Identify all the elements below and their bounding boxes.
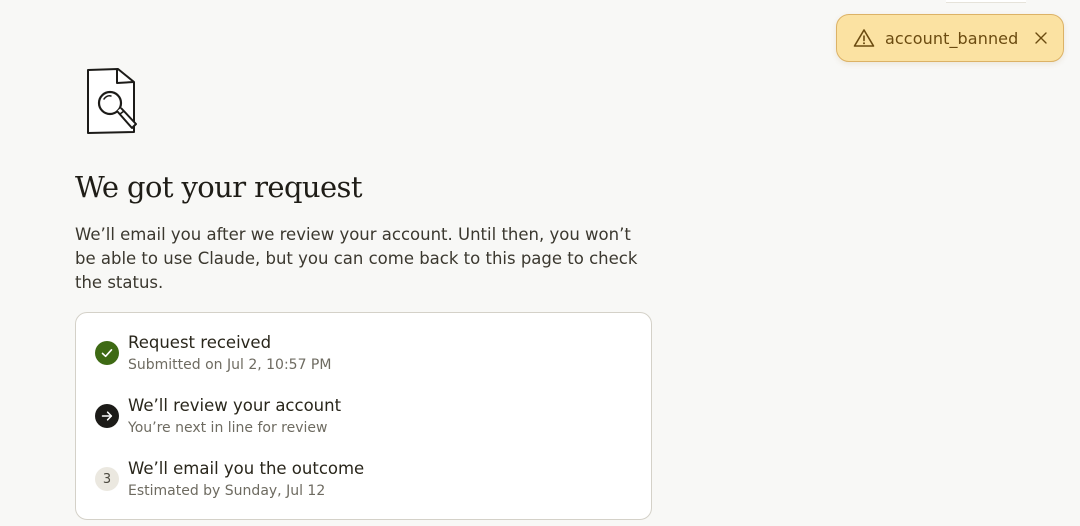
warning-icon (853, 28, 875, 48)
close-icon[interactable] (1031, 28, 1051, 48)
step-title: We’ll email you the outcome (128, 459, 365, 478)
step-subtitle: Submitted on Jul 2, 10:57 PM (128, 357, 332, 373)
page-description: We’ll email you after we review your acc… (75, 225, 638, 292)
step-subtitle: You’re next in line for review (128, 420, 328, 436)
arrow-right-icon (95, 404, 119, 428)
status-card: Request received Submitted on Jul 2, 10:… (75, 312, 652, 520)
toast-message: account_banned (885, 28, 1019, 48)
check-icon (95, 341, 119, 365)
step-request-received: Request received Submitted on Jul 2, 10:… (95, 332, 331, 375)
top-edge-divider (946, 0, 1026, 3)
document-search-illustration (84, 66, 144, 140)
step-review-account: We’ll review your account You’re next in… (95, 395, 341, 438)
page-title: We got your request (75, 170, 362, 204)
step-email-outcome: 3 We’ll email you the outcome Estimated … (95, 458, 364, 501)
step-title: We’ll review your account (128, 396, 342, 415)
step-subtitle: Estimated by Sunday, Jul 12 (128, 483, 326, 499)
step-number-badge: 3 (95, 467, 119, 491)
error-toast: account_banned (836, 14, 1064, 62)
step-title: Request received (128, 333, 272, 352)
